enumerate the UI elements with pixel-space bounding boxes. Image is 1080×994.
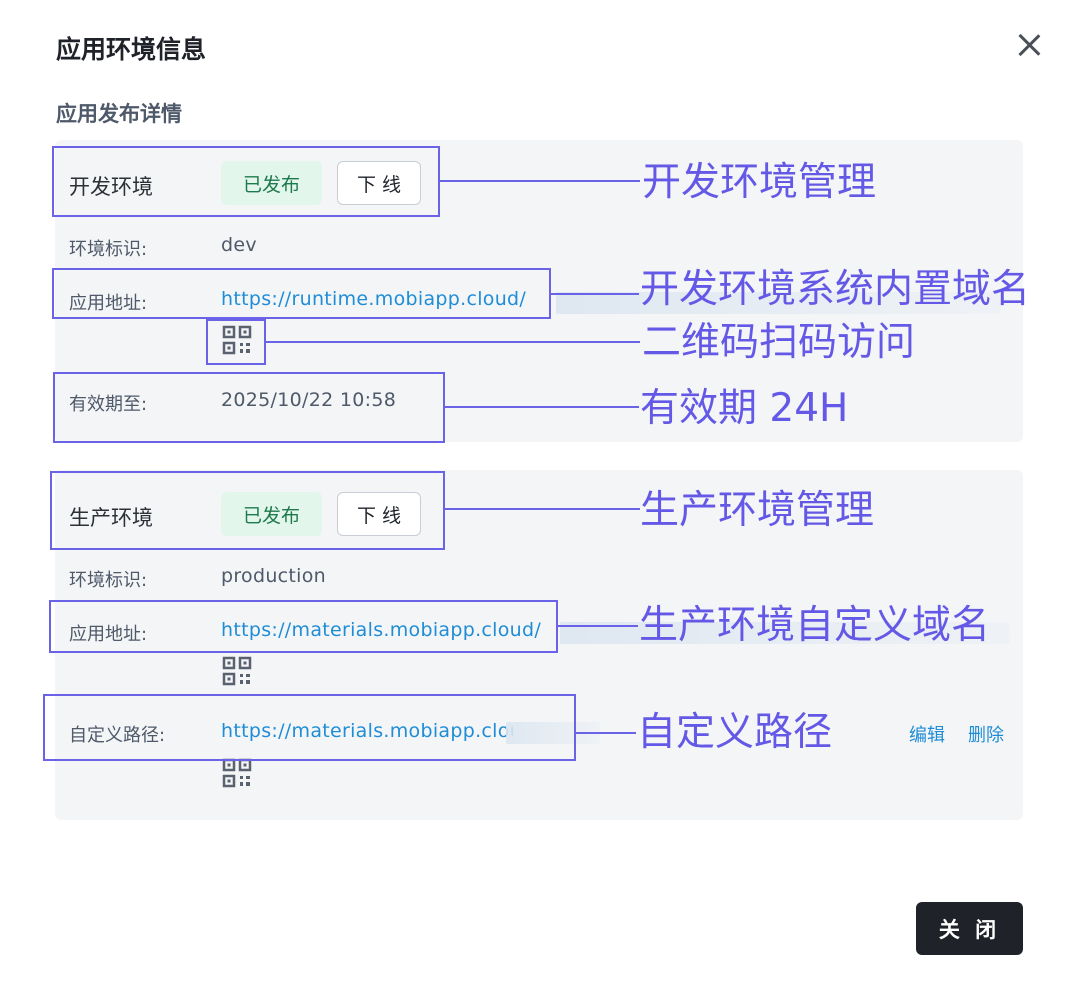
annotation-line xyxy=(445,508,640,510)
dialog-title: 应用环境信息 xyxy=(56,35,207,64)
annotation-box xyxy=(43,694,576,761)
section-subtitle: 应用发布详情 xyxy=(56,102,182,126)
dev-id-value: dev xyxy=(221,234,257,256)
annotation-qr-access: 二维码扫码访问 xyxy=(642,320,916,365)
annotation-dev-domain: 开发环境系统内置域名 xyxy=(640,267,1031,312)
qr-code-icon[interactable] xyxy=(222,758,252,788)
annotation-line xyxy=(440,180,640,182)
close-icon[interactable] xyxy=(1014,30,1044,60)
delete-path-button[interactable]: 删除 xyxy=(968,721,1004,747)
annotation-line xyxy=(266,341,640,343)
annotation-validity: 有效期 24H xyxy=(640,386,849,431)
annotation-prod-manage: 生产环境管理 xyxy=(640,488,875,533)
annotation-box xyxy=(50,471,445,550)
qr-code-icon[interactable] xyxy=(222,656,252,686)
environment-info-dialog: 应用环境信息 应用发布详情 开发环境 已发布 下 线 环境标识: dev 应用地… xyxy=(0,0,1080,994)
dev-id-label: 环境标识: xyxy=(69,239,148,260)
annotation-box xyxy=(49,600,558,653)
annotation-line xyxy=(576,732,636,734)
annotation-prod-domain: 生产环境自定义域名 xyxy=(639,603,991,648)
prod-id-label: 环境标识: xyxy=(69,570,148,591)
close-button[interactable]: 关 闭 xyxy=(916,902,1023,955)
annotation-custom-path: 自定义路径 xyxy=(637,710,833,755)
annotation-box xyxy=(52,268,551,319)
annotation-line xyxy=(445,406,639,408)
prod-id-value: production xyxy=(221,565,327,587)
annotation-line xyxy=(558,625,638,627)
edit-path-button[interactable]: 编辑 xyxy=(909,721,945,747)
annotation-dev-manage: 开发环境管理 xyxy=(642,160,877,205)
annotation-box xyxy=(206,319,266,365)
annotation-line xyxy=(551,293,639,295)
annotation-box xyxy=(53,372,445,443)
annotation-box xyxy=(52,146,440,217)
